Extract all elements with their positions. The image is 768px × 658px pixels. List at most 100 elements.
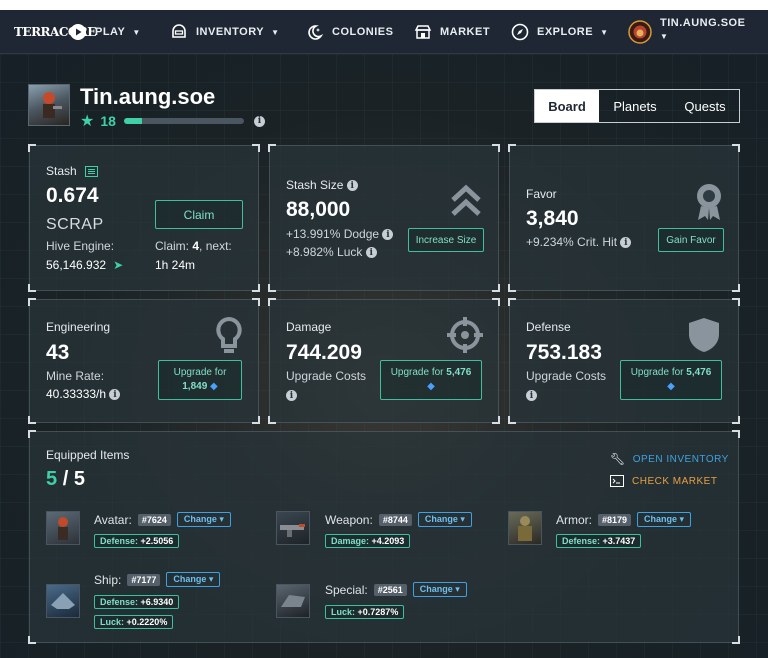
claim-button[interactable]: Claim — [155, 200, 243, 229]
nav-inventory-label: INVENTORY — [196, 26, 265, 38]
level-progress-bar — [123, 118, 244, 124]
next-label: , next: — [199, 239, 232, 253]
info-icon[interactable]: i — [109, 389, 121, 401]
corner-bracket — [508, 284, 516, 292]
nav-play-label: PLAY — [95, 26, 126, 38]
luck-bonus: +8.982% Luck — [286, 245, 363, 259]
equipped-separator: / — [62, 468, 69, 490]
armor-stat: Defense: +3.7437 — [556, 534, 642, 548]
corner-bracket — [508, 298, 516, 306]
avatar-thumbnail[interactable] — [46, 511, 80, 545]
info-icon[interactable]: i — [365, 247, 377, 259]
chevron-down-icon: ▼ — [132, 27, 141, 37]
chevron-down-icon: ▼ — [600, 27, 609, 37]
info-icon[interactable]: i — [382, 229, 394, 241]
info-icon[interactable]: i — [253, 115, 265, 127]
upgrade-defense-button[interactable]: Upgrade for 5,476 ◆ — [620, 360, 722, 400]
weapon-change-button[interactable]: Change ▾ — [417, 512, 472, 527]
ship-id-badge: #7177 — [127, 573, 161, 586]
stat-name: Defense: — [562, 536, 601, 546]
upgrade-costs-label: Upgrade Costs — [286, 369, 367, 383]
open-inventory-link[interactable]: 🔧︎ OPEN INVENTORY — [610, 452, 729, 466]
hive-engine-value: 56,146.932 — [46, 258, 107, 272]
award-badge-icon — [694, 182, 724, 227]
upgrade-amount: 5,476 — [686, 367, 712, 378]
info-icon[interactable]: i — [620, 237, 632, 249]
info-icon[interactable]: i — [346, 180, 358, 192]
dodge-bonus: +13.991% Dodge — [286, 227, 380, 241]
special-item: Special: #2561 Change ▾ — [325, 582, 467, 597]
upgrade-label: Upgrade for — [630, 367, 684, 378]
favor-label: Favor — [526, 187, 557, 201]
main-board: Tin.aung.soe ★ 18 i Board Planets Quests… — [0, 54, 768, 658]
defense-label: Defense — [526, 320, 571, 334]
armor-thumbnail[interactable] — [508, 511, 542, 545]
corner-bracket — [268, 298, 276, 306]
ship-change-button[interactable]: Change ▾ — [166, 572, 221, 587]
increase-size-button[interactable]: Increase Size — [408, 228, 484, 252]
stash-size-label: Stash Size — [286, 178, 344, 192]
tab-board[interactable]: Board — [535, 90, 599, 122]
nav-play[interactable]: PLAY ▼ — [69, 10, 141, 54]
engineering-label: Engineering — [46, 320, 111, 334]
crosshair-icon — [446, 316, 484, 359]
shield-icon — [686, 316, 722, 359]
nav-inventory[interactable]: INVENTORY ▼ — [170, 10, 280, 54]
info-icon[interactable]: i — [526, 390, 537, 402]
stat-name: Damage: — [331, 536, 370, 546]
profile-name: Tin.aung.soe — [80, 84, 216, 109]
username-label: TIN.AUNG.SOE — [660, 17, 746, 29]
corner-bracket — [508, 416, 516, 424]
special-thumbnail[interactable] — [276, 584, 310, 618]
armor-item: Armor: #8179 Change ▾ — [556, 512, 692, 527]
profile-avatar[interactable] — [28, 84, 70, 126]
top-navigation-bar: TERRACORE PLAY ▼ INVENTORY ▼ COLONIES MARK… — [0, 10, 768, 54]
corner-bracket — [492, 284, 500, 292]
corner-bracket — [732, 430, 740, 438]
corner-bracket — [268, 284, 276, 292]
helmet-icon — [170, 23, 188, 41]
weapon-thumbnail[interactable] — [276, 511, 310, 545]
info-icon[interactable]: i — [286, 390, 297, 402]
upgrade-engineering-button[interactable]: Upgrade for 1,849 ◆ — [158, 360, 242, 400]
list-icon — [84, 165, 98, 177]
special-id-badge: #2561 — [373, 583, 407, 596]
mine-rate-label: Mine Rate: — [46, 369, 105, 383]
store-icon — [414, 23, 432, 41]
stash-size-card: Stash Size i 88,000 +13.991% Dodge i +8.… — [268, 144, 500, 292]
avatar-change-button[interactable]: Change ▾ — [176, 512, 231, 527]
nav-colonies[interactable]: COLONIES — [306, 10, 393, 54]
crystal-icon: ◆ — [667, 381, 675, 392]
crystal-icon: ◆ — [427, 381, 435, 392]
equipped-count: 5 — [46, 468, 58, 490]
stat-value: +6.9340 — [140, 597, 174, 607]
stat-name: Luck: — [331, 607, 356, 617]
nav-explore[interactable]: EXPLORE ▼ — [511, 10, 609, 54]
upgrade-damage-button[interactable]: Upgrade for 5,476 ◆ — [380, 360, 482, 400]
corner-bracket — [28, 430, 36, 438]
user-menu[interactable]: TIN.AUNG.SOE ▼ — [628, 10, 745, 54]
stat-name: Defense: — [100, 536, 139, 546]
engineering-card: Engineering 43 Mine Rate: 40.33333/h i U… — [28, 298, 260, 424]
check-market-label: CHECK MARKET — [632, 475, 718, 487]
lion-avatar-icon — [628, 20, 652, 44]
ship-thumbnail[interactable] — [46, 584, 80, 618]
change-label: Change — [424, 514, 458, 524]
tab-planets[interactable]: Planets — [599, 90, 671, 122]
corner-bracket — [28, 284, 36, 292]
gain-favor-button[interactable]: Gain Favor — [658, 228, 724, 252]
special-stat: Luck: +0.7287% — [325, 605, 405, 619]
open-inventory-label: OPEN INVENTORY — [632, 453, 729, 465]
weapon-label: Weapon: — [325, 512, 373, 527]
check-market-link[interactable]: CHECK MARKET — [610, 475, 717, 487]
tab-quests[interactable]: Quests — [671, 90, 739, 122]
corner-bracket — [252, 298, 260, 306]
nav-market[interactable]: MARKET — [414, 10, 490, 54]
special-change-button[interactable]: Change ▾ — [412, 582, 467, 597]
change-label: Change — [183, 514, 217, 524]
corner-bracket — [732, 298, 740, 306]
corner-bracket — [28, 416, 36, 424]
armor-change-button[interactable]: Change ▾ — [637, 512, 692, 527]
corner-bracket — [28, 636, 36, 644]
send-icon[interactable]: ➤ — [113, 258, 123, 272]
